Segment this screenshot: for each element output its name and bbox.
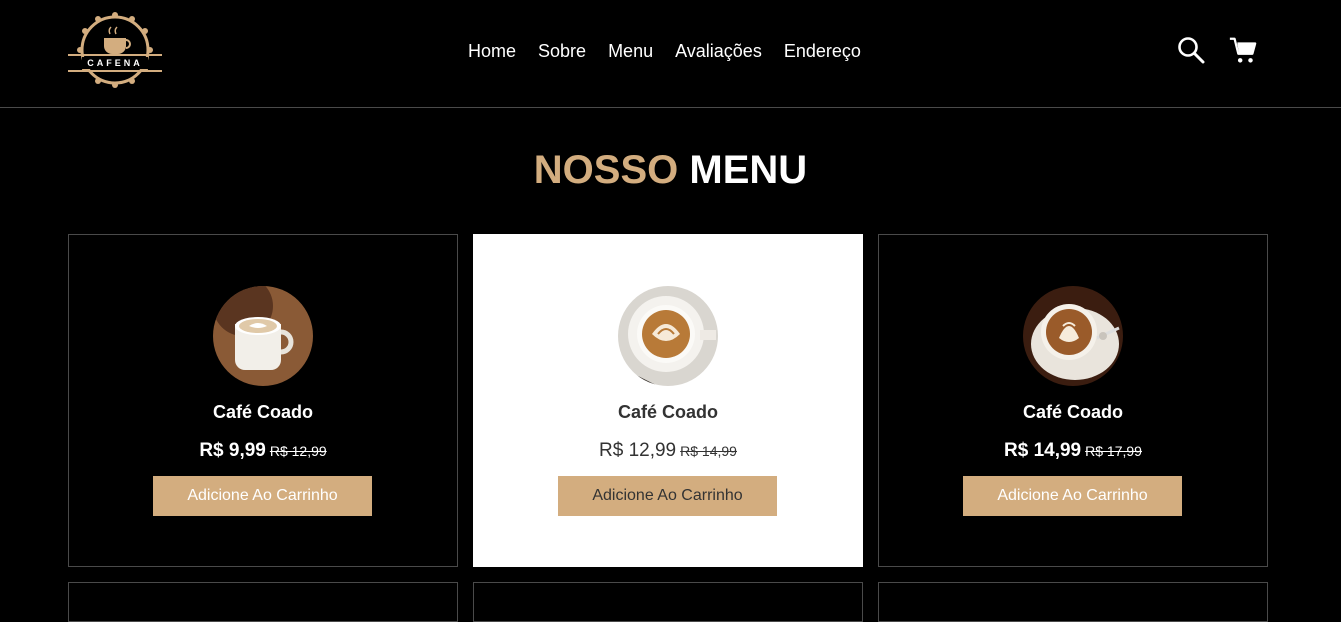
item-price-row: R$ 9,99 R$ 12,99 bbox=[69, 439, 457, 464]
cafena-logo[interactable]: CAFENA bbox=[66, 10, 164, 90]
main-nav: Home Sobre Menu Avaliações Endereço bbox=[468, 40, 861, 62]
item-old-price: R$ 12,99 bbox=[269, 443, 327, 459]
item-name: Café Coado bbox=[212, 402, 313, 422]
item-price: R$ 14,99 bbox=[1004, 440, 1082, 461]
search-icon[interactable] bbox=[1176, 34, 1206, 66]
item-name: Café Coado bbox=[1022, 402, 1123, 422]
item-old-price: R$ 17,99 bbox=[1085, 443, 1142, 459]
coffee-photo bbox=[1023, 286, 1123, 386]
menu-cards: Café Coado R$ 9,99 R$ 12,99 Adicione Ao C… bbox=[68, 234, 1268, 622]
menu-card: Café Coado R$ 12,99 R$ 14,99 Adicione Ao … bbox=[473, 234, 863, 567]
add-to-cart-button[interactable]: Adicione Ao Carrinho bbox=[153, 476, 372, 516]
item-name: Café Coado bbox=[617, 402, 718, 422]
site-header: CAFENA Home Sobre Menu Avaliações Endere… bbox=[0, 0, 1341, 108]
nav-avaliacoes[interactable]: Avaliações bbox=[675, 40, 762, 62]
item-old-price: R$ 14,99 bbox=[680, 443, 737, 459]
nav-home[interactable]: Home bbox=[468, 40, 516, 62]
add-to-cart-button[interactable]: Adicione Ao Carrinho bbox=[963, 476, 1182, 516]
header-icons bbox=[1176, 34, 1258, 66]
menu-title-accent: NOSSO bbox=[533, 148, 679, 192]
add-to-cart-button[interactable]: Adicione Ao Carrinho bbox=[558, 476, 777, 516]
nav-sobre[interactable]: Sobre bbox=[538, 40, 586, 62]
menu-card-partial bbox=[68, 582, 458, 622]
coffee-photo bbox=[213, 286, 313, 386]
coffee-photo bbox=[618, 286, 718, 386]
menu-title-main: MENU bbox=[689, 148, 808, 192]
menu-card-partial bbox=[878, 582, 1268, 622]
nav-endereco[interactable]: Endereço bbox=[784, 40, 861, 62]
item-price-row: R$ 12,99 R$ 14,99 bbox=[474, 439, 862, 464]
item-price: R$ 9,99 bbox=[199, 440, 266, 461]
item-price: R$ 12,99 bbox=[599, 440, 677, 461]
logo-text: CAFENA bbox=[87, 58, 143, 68]
menu-card-partial bbox=[473, 582, 863, 622]
menu-card: Café Coado R$ 9,99 R$ 12,99 Adicione Ao C… bbox=[68, 234, 458, 567]
cart-icon[interactable] bbox=[1228, 34, 1258, 66]
item-price-row: R$ 14,99 R$ 17,99 bbox=[879, 439, 1267, 464]
menu-title: NOSSO MENU bbox=[0, 148, 1341, 192]
menu-card: Café Coado R$ 14,99 R$ 17,99 Adicione Ao … bbox=[878, 234, 1268, 567]
nav-menu[interactable]: Menu bbox=[608, 40, 653, 62]
